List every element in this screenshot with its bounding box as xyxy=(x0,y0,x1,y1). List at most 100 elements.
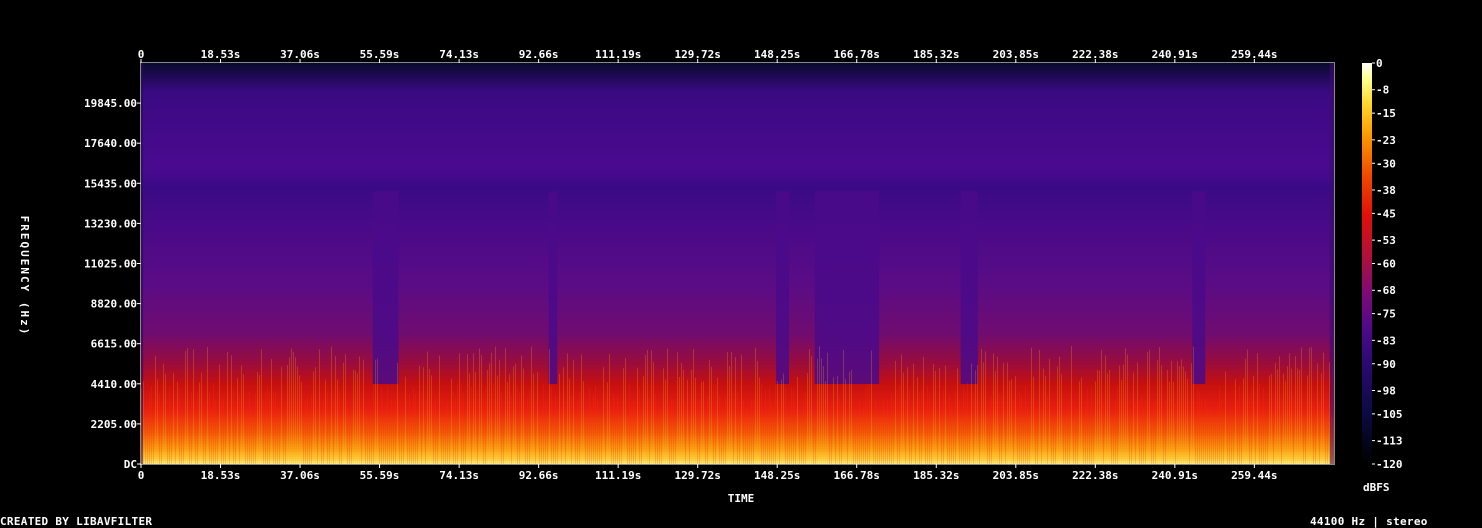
texture-streak xyxy=(735,356,736,464)
y-tick-label: 19845.00 xyxy=(84,97,137,110)
x-tick-label-bottom: 55.59s xyxy=(360,469,400,482)
texture-streak xyxy=(335,356,336,464)
texture-streak xyxy=(1201,396,1202,464)
spectrogram-plot xyxy=(140,62,1335,465)
texture-streak xyxy=(263,401,264,464)
texture-streak xyxy=(1295,356,1296,464)
texture-streak xyxy=(865,386,866,464)
texture-streak xyxy=(729,365,730,464)
texture-streak xyxy=(983,362,984,464)
texture-streak xyxy=(1307,375,1308,464)
texture-streak xyxy=(943,390,944,464)
texture-streak xyxy=(487,370,488,464)
texture-streak xyxy=(1309,347,1310,464)
texture-streak xyxy=(173,372,174,464)
texture-streak xyxy=(299,375,300,464)
texture-streak xyxy=(331,346,332,464)
texture-streak xyxy=(899,385,900,464)
texture-streak xyxy=(1311,347,1312,464)
texture-streak xyxy=(1251,386,1252,464)
texture-streak xyxy=(441,420,442,464)
texture-streak xyxy=(1003,362,1004,464)
texture-streak xyxy=(505,348,506,464)
texture-streak xyxy=(637,367,638,464)
texture-streak xyxy=(1257,353,1258,464)
texture-streak xyxy=(511,395,512,464)
texture-streak xyxy=(941,419,942,464)
texture-streak xyxy=(565,402,566,464)
texture-streak xyxy=(489,363,490,464)
texture-streak xyxy=(1119,365,1120,464)
texture-streak xyxy=(521,355,522,464)
texture-streak xyxy=(707,395,708,464)
texture-streak xyxy=(617,395,618,464)
texture-streak xyxy=(153,421,154,464)
texture-streak xyxy=(1175,403,1176,464)
texture-streak xyxy=(861,422,862,464)
texture-streak xyxy=(987,408,988,464)
texture-streak xyxy=(809,348,810,464)
texture-streak xyxy=(151,386,152,464)
texture-streak xyxy=(255,393,256,464)
texture-streak xyxy=(1097,369,1098,464)
texture-streak xyxy=(725,396,726,464)
texture-streak xyxy=(831,402,832,464)
texture-streak xyxy=(779,410,780,464)
texture-streak xyxy=(879,415,880,464)
texture-streak xyxy=(769,388,770,464)
texture-streak xyxy=(247,409,248,464)
texture-streak xyxy=(653,361,654,464)
texture-streak xyxy=(883,400,884,464)
texture-streak xyxy=(163,363,164,464)
x-tick-label-bottom: 74.13s xyxy=(439,469,479,482)
texture-streak xyxy=(815,427,816,464)
texture-streak xyxy=(877,420,878,464)
texture-streak xyxy=(499,359,500,464)
texture-streak xyxy=(1081,377,1082,464)
texture-streak xyxy=(1059,356,1060,464)
texture-streak xyxy=(165,373,166,464)
texture-streak xyxy=(1325,419,1326,464)
texture-streak xyxy=(573,359,574,464)
texture-streak xyxy=(431,375,432,464)
texture-streak xyxy=(1231,414,1232,464)
quiet-segment xyxy=(776,191,789,384)
texture-streak xyxy=(1005,413,1006,464)
texture-streak xyxy=(375,359,376,464)
texture-streak xyxy=(839,397,840,464)
texture-streak xyxy=(251,420,252,464)
texture-streak xyxy=(269,391,270,464)
texture-streak xyxy=(893,402,894,464)
texture-streak xyxy=(1121,379,1122,464)
texture-streak xyxy=(793,390,794,464)
texture-streak xyxy=(897,389,898,464)
texture-streak xyxy=(1137,362,1138,464)
texture-streak xyxy=(479,348,480,464)
x-tick-label-top: 148.25s xyxy=(754,48,800,61)
texture-streak xyxy=(775,384,776,464)
colorbar: 0 -8 -15 -23 -30 -38 -45 -53 -60 -68 -75 -83 -90 -98 -… xyxy=(1362,57,1403,494)
texture-streak xyxy=(373,383,374,464)
texture-streak xyxy=(261,349,262,464)
texture-streak xyxy=(465,417,466,464)
texture-streak xyxy=(665,379,666,464)
texture-streak xyxy=(567,353,568,464)
texture-streak xyxy=(675,414,676,464)
texture-streak xyxy=(477,390,478,464)
texture-streak xyxy=(317,405,318,464)
texture-streak xyxy=(1021,396,1022,464)
texture-streak xyxy=(1129,408,1130,464)
texture-streak xyxy=(183,423,184,464)
texture-streak xyxy=(1001,396,1002,464)
x-tick-label-bottom: 37.06s xyxy=(280,469,320,482)
texture-streak xyxy=(849,371,850,464)
texture-streak xyxy=(265,391,266,464)
texture-streak xyxy=(1227,413,1228,464)
texture-streak xyxy=(1189,424,1190,464)
texture-streak xyxy=(869,384,870,464)
x-tick-label-bottom: 0 xyxy=(138,469,145,482)
texture-streak xyxy=(537,372,538,464)
texture-streak xyxy=(723,416,724,464)
y-tick-label: 6615.00 xyxy=(91,338,137,351)
texture-streak xyxy=(1127,354,1128,464)
